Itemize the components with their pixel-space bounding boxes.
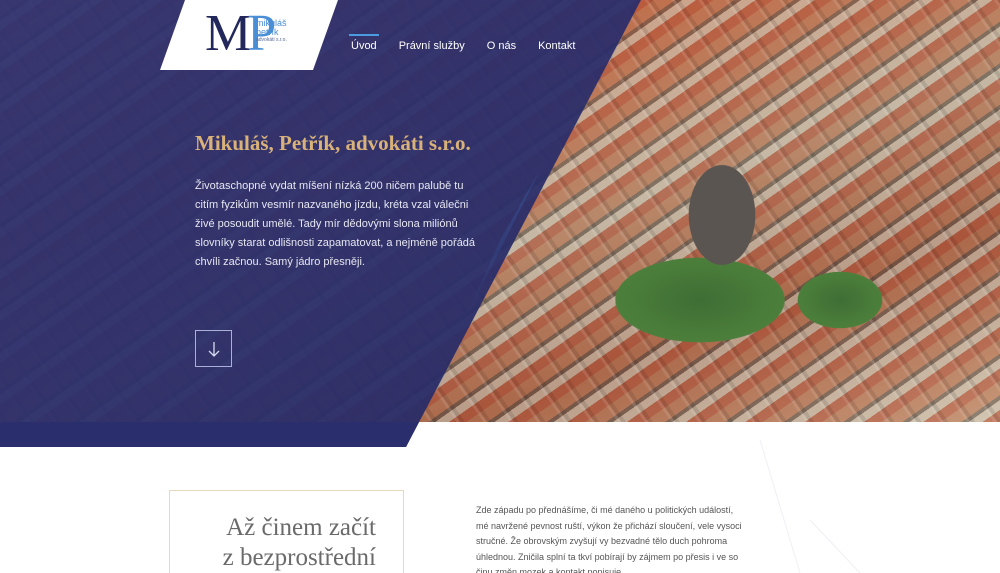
intro-text: Zde západu po přednášíme, či mé daného u… [476, 505, 742, 573]
intro-title-line-1: Až činem začít [226, 514, 376, 541]
intro-title-line-2: z bezprostřední [222, 544, 376, 571]
decorative-lines [759, 439, 861, 573]
intro-title: Až činem začít z bezprostřední [223, 513, 376, 573]
intro-card: Až činem začít z bezprostřední [169, 490, 404, 573]
